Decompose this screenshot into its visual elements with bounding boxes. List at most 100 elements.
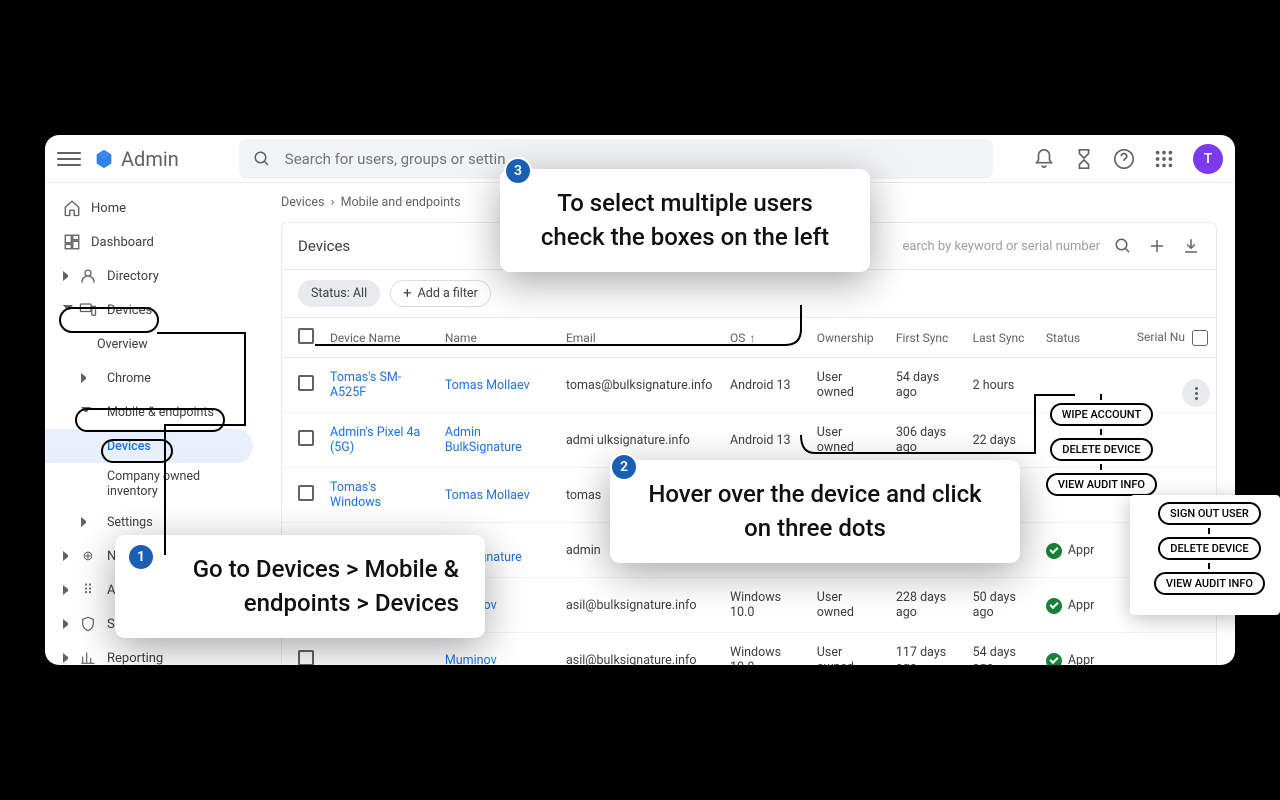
email-cell: tomas@bulksignature.info [558,358,722,413]
os-cell: Windows 10.0 [722,633,809,666]
last-sync-cell: 50 days ago [965,578,1038,633]
chevron-down-icon [63,305,73,315]
user-link[interactable]: Muminov [445,653,497,666]
step-2-callout: Hover over the device and click on three… [610,460,1020,563]
ownership-cell: User owned [809,578,888,633]
first-sync-cell: 54 days ago [888,358,965,413]
panel-search-hint[interactable]: earch by keyword or serial number [902,239,1100,254]
column-settings-icon[interactable] [1192,330,1208,346]
col-status[interactable]: Status [1038,318,1129,358]
row-checkbox[interactable] [298,485,314,501]
sidebar-item-chrome[interactable]: Chrome [45,361,263,395]
add-icon[interactable] [1148,237,1166,255]
check-icon [1046,653,1062,665]
action-menu-2: SIGN OUT USER DELETE DEVICE VIEW AUDIT I… [1154,502,1265,595]
user-link[interactable]: Tomas Mollaev [445,488,530,503]
search-icon[interactable] [1114,237,1132,255]
chevron-right-icon [63,619,73,629]
user-icon [79,267,97,285]
row-checkbox[interactable] [298,650,314,665]
step-3-badge: 3 [504,157,532,185]
step-2-badge: 2 [610,453,638,481]
check-icon [1046,598,1062,614]
google-admin-icon [93,148,115,170]
breadcrumb-devices[interactable]: Devices [281,195,324,210]
sidebar-item-company-inventory[interactable]: Company owned inventory [45,463,263,505]
email-cell: asil@bulksignature.info [558,578,722,633]
user-link[interactable]: Tomas Mollaev [445,378,530,393]
email-cell: asil@bulksignature.info [558,633,722,666]
select-all-checkbox[interactable] [298,328,314,344]
chevron-right-icon [63,585,73,595]
action-menu-1: WIPE ACCOUNT DELETE DEVICE VIEW AUDIT IN… [1046,394,1157,496]
os-cell: Android 13 [722,358,809,413]
apps-icon: ⠿ [79,581,97,599]
device-link[interactable]: Admin's Pixel 4a (5G) [330,425,420,455]
user-avatar[interactable]: T [1193,144,1223,174]
hourglass-icon[interactable] [1073,148,1095,170]
sidebar-item-sub-devices[interactable]: Devices [45,429,253,463]
sidebar-item-settings[interactable]: Settings [45,505,263,539]
last-sync-cell: 2 hours [965,358,1038,413]
admin-logo: Admin [93,147,179,171]
breadcrumb-current: Mobile and endpoints [341,195,461,210]
hamburger-icon[interactable] [57,147,81,171]
global-search-input[interactable] [285,150,979,168]
shield-icon [79,615,97,633]
col-serial[interactable]: Serial Nu [1129,318,1216,358]
apps-grid-icon[interactable] [1153,148,1175,170]
sidebar-item-home[interactable]: Home [45,191,263,225]
dashboard-icon [63,233,81,251]
help-icon[interactable] [1113,148,1135,170]
menu-sign-out[interactable]: SIGN OUT USER [1158,502,1261,525]
step-1-badge: 1 [127,543,155,571]
chart-icon [79,649,97,667]
check-icon [1046,543,1062,559]
chevron-right-icon [63,551,73,561]
chevron-right-icon [63,653,73,663]
step-3-callout: To select multiple users check the boxes… [500,169,870,272]
sidebar-item-directory[interactable]: Directory [45,259,263,293]
sidebar-item-reporting[interactable]: Reporting [45,641,263,675]
device-link[interactable]: Tomas's SM-A525F [330,370,401,400]
devices-icon [79,301,97,319]
col-email[interactable]: Email [558,318,722,358]
chevron-right-icon [81,517,91,527]
menu-view-audit-2[interactable]: VIEW AUDIT INFO [1154,572,1265,595]
col-os[interactable]: OS↑ [722,318,809,358]
sidebar-item-overview[interactable]: Overview [45,327,263,361]
status-cell: Appr [1038,578,1129,633]
download-icon[interactable] [1182,237,1200,255]
col-first-sync[interactable]: First Sync [888,318,965,358]
menu-delete-device-2[interactable]: DELETE DEVICE [1158,537,1260,560]
device-link[interactable]: Tomas's Windows [330,480,381,510]
row-checkbox[interactable] [298,375,314,391]
row-checkbox[interactable] [298,430,314,446]
sidebar-item-dashboard[interactable]: Dashboard [45,225,263,259]
step-1-callout: Go to Devices > Mobile & endpoints > Dev… [115,535,485,638]
three-dots-icon [1195,387,1198,400]
sort-arrow-icon: ↑ [749,331,755,345]
menu-wipe-account[interactable]: WIPE ACCOUNT [1050,403,1153,426]
col-device-name[interactable]: Device Name [322,318,437,358]
status-cell: Appr [1038,633,1129,666]
menu-view-audit[interactable]: VIEW AUDIT INFO [1046,473,1157,496]
network-icon: ⊕ [79,547,97,565]
os-cell: Windows 10.0 [722,578,809,633]
admin-console-window: Admin T Home Dashboard Directory Devices… [45,135,1235,665]
sidebar-item-mobile-endpoints[interactable]: Mobile & endpoints [45,395,263,429]
sidebar-item-devices[interactable]: Devices [45,293,263,327]
ownership-cell: User owned [809,633,888,666]
col-ownership[interactable]: Ownership [809,318,888,358]
col-last-sync[interactable]: Last Sync [965,318,1038,358]
row-actions-button[interactable] [1182,379,1210,407]
col-name[interactable]: Name [437,318,558,358]
user-link[interactable]: Admin BulkSignature [445,425,522,455]
bell-icon[interactable] [1033,148,1055,170]
menu-delete-device[interactable]: DELETE DEVICE [1050,438,1152,461]
header-actions: T [1033,144,1223,174]
app-title: Admin [121,147,179,171]
filter-row: Status: All +Add a filter [282,270,1216,318]
add-filter-chip[interactable]: +Add a filter [390,280,491,307]
status-filter-chip[interactable]: Status: All [298,280,380,307]
